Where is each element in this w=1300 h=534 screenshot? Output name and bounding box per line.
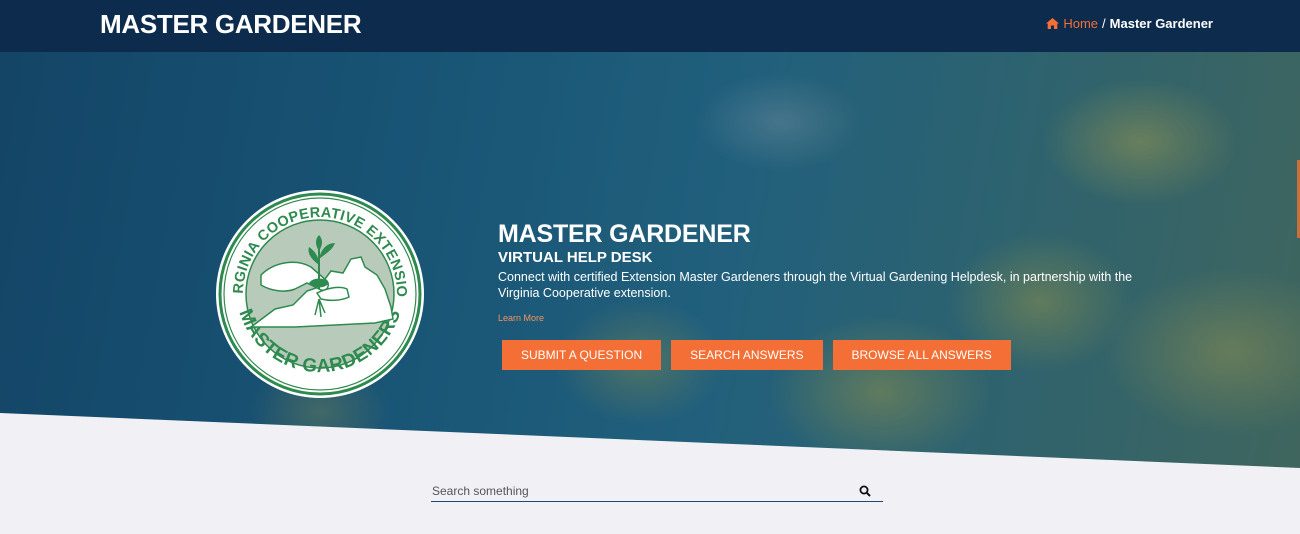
hero-text: MASTER GARDENER VIRTUAL HELP DESK Connec… — [498, 219, 1158, 326]
hero-subtitle: VIRTUAL HELP DESK — [498, 249, 653, 266]
breadcrumb-current: Master Gardener — [1109, 16, 1213, 31]
hero-banner: VIRGINIA COOPERATIVE EXTENSION MASTER GA… — [0, 52, 1300, 472]
breadcrumb-separator: / — [1102, 16, 1106, 31]
hero-title: MASTER GARDENER — [498, 220, 751, 248]
hero-description: Connect with certified Extension Master … — [498, 270, 1133, 300]
search-bar — [431, 482, 883, 502]
top-bar: MASTER GARDENER Home / Master Gardener — [0, 0, 1300, 52]
breadcrumb: Home / Master Gardener — [1046, 16, 1213, 31]
site-title: MASTER GARDENER — [100, 9, 362, 39]
breadcrumb-home-label: Home — [1063, 16, 1099, 31]
search-answers-button[interactable]: SEARCH ANSWERS — [671, 340, 823, 370]
home-icon — [1046, 18, 1060, 29]
master-gardeners-logo: VIRGINIA COOPERATIVE EXTENSION MASTER GA… — [215, 189, 424, 398]
search-input[interactable] — [431, 482, 851, 500]
submit-question-button[interactable]: SUBMIT A QUESTION — [502, 340, 662, 370]
hero-actions: SUBMIT A QUESTION SEARCH ANSWERS BROWSE … — [502, 340, 1011, 370]
search-icon[interactable] — [859, 485, 871, 497]
learn-more-link[interactable]: Learn More — [498, 313, 544, 323]
browse-answers-button[interactable]: BROWSE ALL ANSWERS — [832, 340, 1011, 370]
breadcrumb-home-link[interactable]: Home — [1046, 16, 1098, 31]
